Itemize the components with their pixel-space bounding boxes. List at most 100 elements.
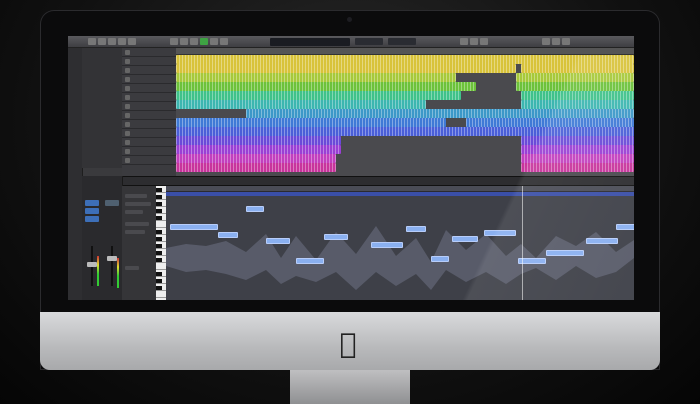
rewind-icon[interactable]: [170, 38, 178, 45]
audio-region[interactable]: [176, 145, 341, 154]
track-header[interactable]: [122, 120, 176, 129]
volume-fader-track[interactable]: [111, 246, 113, 286]
cycle-icon[interactable]: [220, 38, 228, 45]
strip-input-button[interactable]: [85, 216, 99, 222]
audio-region[interactable]: [516, 82, 634, 91]
track-lane[interactable]: [176, 73, 634, 82]
inspector-button[interactable]: [98, 38, 106, 45]
audio-region[interactable]: [516, 73, 634, 82]
track-header[interactable]: [122, 102, 176, 111]
notepad-button[interactable]: [542, 38, 550, 45]
track-lane[interactable]: [176, 145, 634, 154]
library-button[interactable]: [88, 38, 96, 45]
track-header[interactable]: [122, 147, 176, 156]
track-lane[interactable]: [176, 127, 634, 136]
audio-region[interactable]: [176, 127, 634, 136]
track-header[interactable]: [122, 57, 176, 66]
strip-setting-button[interactable]: [85, 200, 99, 206]
flex-pitch-editor[interactable]: [166, 186, 634, 300]
track-lane[interactable]: [176, 100, 634, 109]
loop-browser-button[interactable]: [552, 38, 560, 45]
piano-black-key[interactable]: [156, 258, 162, 262]
track-header[interactable]: [122, 93, 176, 102]
audio-region[interactable]: [176, 154, 336, 163]
track-lane[interactable]: [176, 154, 634, 163]
pitch-note[interactable]: [484, 230, 516, 236]
track-lane[interactable]: [176, 118, 634, 127]
pitch-note[interactable]: [246, 206, 264, 212]
piano-black-key[interactable]: [156, 237, 162, 241]
piano-black-key[interactable]: [156, 279, 162, 283]
piano-black-key[interactable]: [156, 216, 162, 220]
piano-black-key[interactable]: [156, 244, 162, 248]
audio-region[interactable]: [521, 154, 634, 163]
track-header[interactable]: [122, 156, 176, 165]
track-header[interactable]: [122, 48, 176, 57]
track-header[interactable]: [122, 138, 176, 147]
audio-region[interactable]: [176, 91, 461, 100]
audio-region[interactable]: [521, 100, 634, 109]
track-lane[interactable]: [176, 91, 634, 100]
pitch-note[interactable]: [266, 238, 290, 244]
track-header[interactable]: [122, 75, 176, 84]
piano-black-key[interactable]: [156, 251, 162, 255]
tuner-button[interactable]: [460, 38, 468, 45]
track-lane[interactable]: [176, 163, 634, 172]
track-lane[interactable]: [176, 82, 634, 91]
pitch-note[interactable]: [546, 250, 584, 256]
audio-region[interactable]: [466, 118, 634, 127]
pitch-note[interactable]: [371, 242, 403, 248]
pitch-note[interactable]: [431, 256, 449, 262]
audio-region[interactable]: [521, 91, 634, 100]
track-lane[interactable]: [176, 55, 634, 64]
piano-black-key[interactable]: [156, 202, 162, 206]
mixer-button[interactable]: [128, 38, 136, 45]
metronome-button[interactable]: [470, 38, 478, 45]
count-in-button[interactable]: [480, 38, 488, 45]
inspector-row[interactable]: [125, 222, 149, 226]
pitch-note[interactable]: [170, 224, 218, 230]
piano-black-key[interactable]: [156, 209, 162, 213]
pitch-note[interactable]: [616, 224, 634, 230]
pitch-note[interactable]: [452, 236, 478, 242]
smart-controls-button[interactable]: [118, 38, 126, 45]
audio-region[interactable]: [176, 64, 516, 73]
piano-black-key[interactable]: [156, 188, 162, 192]
play-icon[interactable]: [200, 38, 208, 45]
lcd-tempo[interactable]: [355, 38, 383, 45]
audio-region[interactable]: [176, 100, 426, 109]
browser-button[interactable]: [562, 38, 570, 45]
audio-region[interactable]: [176, 163, 336, 172]
forward-icon[interactable]: [180, 38, 188, 45]
audio-region[interactable]: [521, 136, 634, 145]
pitch-note[interactable]: [406, 226, 426, 232]
record-icon[interactable]: [210, 38, 218, 45]
strip-eq-button[interactable]: [85, 208, 99, 214]
audio-region[interactable]: [176, 55, 634, 64]
inspector-row[interactable]: [125, 210, 143, 214]
audio-region[interactable]: [521, 64, 634, 73]
strip-setting-button[interactable]: [105, 200, 119, 206]
arrange-area[interactable]: [176, 48, 634, 176]
piano-black-key[interactable]: [156, 286, 162, 290]
track-header[interactable]: [122, 84, 176, 93]
track-lane[interactable]: [176, 64, 634, 73]
volume-fader-handle[interactable]: [107, 256, 117, 261]
volume-fader-handle[interactable]: [87, 262, 97, 267]
pitch-note[interactable]: [324, 234, 348, 240]
pitch-note[interactable]: [218, 232, 238, 238]
inspector-row[interactable]: [125, 230, 145, 234]
audio-region[interactable]: [176, 136, 341, 145]
inspector-row[interactable]: [125, 202, 151, 206]
track-lane[interactable]: [176, 109, 634, 118]
track-lane[interactable]: [176, 136, 634, 145]
stop-icon[interactable]: [190, 38, 198, 45]
track-header[interactable]: [122, 66, 176, 75]
inspector-row[interactable]: [125, 194, 147, 198]
inspector-row[interactable]: [125, 266, 139, 270]
track-header[interactable]: [122, 111, 176, 120]
piano-black-key[interactable]: [156, 272, 162, 276]
arrange-ruler[interactable]: [176, 48, 634, 55]
audio-region[interactable]: [246, 109, 634, 118]
pitch-note[interactable]: [586, 238, 618, 244]
